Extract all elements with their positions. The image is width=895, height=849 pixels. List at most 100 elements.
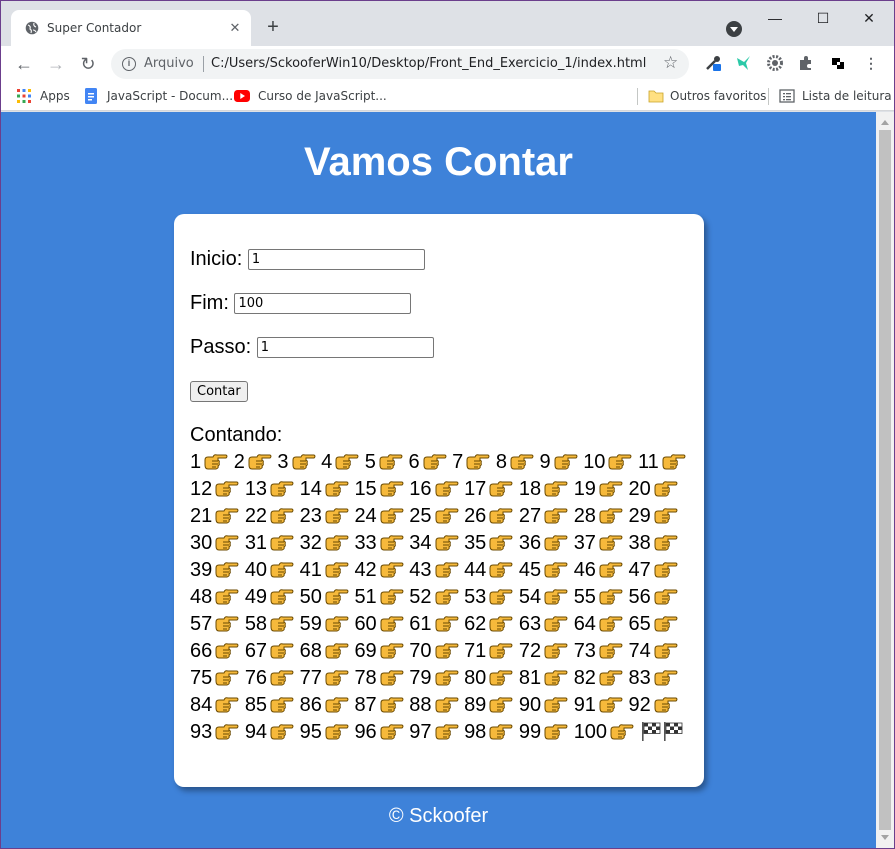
scroll-down-icon[interactable] <box>881 835 889 840</box>
pointing-hand-icon <box>654 589 678 605</box>
count-item: 78 <box>354 667 404 689</box>
pointing-hand-icon <box>435 508 458 524</box>
count-item: 70 <box>409 640 458 662</box>
count-number: 67 <box>244 640 268 662</box>
fim-label: Fim: <box>190 292 229 315</box>
vertical-scrollbar[interactable] <box>876 112 894 848</box>
forward-arrow-icon[interactable]: → <box>44 52 68 76</box>
scroll-up-icon[interactable] <box>881 120 889 125</box>
count-item: 80 <box>464 667 513 689</box>
reload-icon[interactable]: ↻ <box>76 52 100 76</box>
url-text[interactable]: C:/Users/SckooferWin10/Desktop/Front_End… <box>211 56 646 71</box>
scroll-thumb[interactable] <box>879 130 891 830</box>
apps-grid-icon[interactable] <box>16 88 32 104</box>
address-bar[interactable]: i Arquivo C:/Users/SckooferWin10/Desktop… <box>111 49 689 79</box>
pointing-hand-icon <box>325 535 349 551</box>
fim-input[interactable] <box>234 293 412 315</box>
pointing-hand-icon <box>489 670 513 686</box>
pointing-hand-icon <box>489 481 513 497</box>
count-number: 18 <box>518 478 542 500</box>
pointing-hand-icon <box>270 697 294 713</box>
pointing-hand-icon <box>435 643 458 659</box>
count-item: 84 <box>190 694 239 716</box>
pointing-hand-icon <box>423 454 447 470</box>
pointing-hand-icon <box>544 562 568 578</box>
count-number: 23 <box>299 505 322 527</box>
close-icon[interactable]: ✕ <box>227 20 243 36</box>
pointing-hand-icon <box>380 589 404 605</box>
pointing-hand-icon <box>544 535 568 551</box>
pointing-hand-icon <box>380 481 404 497</box>
pointing-hand-icon <box>654 643 678 659</box>
count-item: 23 <box>300 505 349 527</box>
count-number: 65 <box>628 613 651 635</box>
pointing-hand-icon <box>466 454 490 470</box>
pointing-hand-icon <box>435 535 458 551</box>
new-tab-button[interactable]: + <box>263 17 283 38</box>
puzzle-extensions-icon[interactable] <box>797 54 815 72</box>
count-number: 94 <box>244 721 268 743</box>
inicio-input[interactable] <box>247 249 425 271</box>
more-menu-icon[interactable]: ⋮ <box>862 54 880 72</box>
tab-title: Super Contador <box>47 21 142 35</box>
count-item: 3 <box>277 451 315 473</box>
count-item: 14 <box>300 478 349 500</box>
count-item: 83 <box>629 667 678 689</box>
eyedropper-extension-icon[interactable] <box>704 54 722 72</box>
count-item: 19 <box>574 478 623 500</box>
count-item: 6 <box>408 451 447 473</box>
count-number: 34 <box>409 532 432 554</box>
bookmark-reading-list[interactable]: Lista de leitura <box>802 89 892 103</box>
pointing-hand-icon <box>325 616 349 632</box>
count-number: 84 <box>190 694 213 716</box>
count-item: 39 <box>190 559 239 581</box>
pointing-hand-icon <box>599 589 623 605</box>
pointing-hand-icon <box>380 697 404 713</box>
pointing-hand-icon <box>292 454 315 470</box>
bookmarks-divider <box>637 88 638 105</box>
count-number: 99 <box>518 721 542 743</box>
count-number: 9 <box>539 451 551 473</box>
passo-input[interactable] <box>256 337 434 359</box>
black-squares-extension-icon[interactable] <box>829 54 847 72</box>
close-window-button[interactable]: ✕ <box>859 9 879 29</box>
count-number: 13 <box>244 478 268 500</box>
gear-extension-icon[interactable] <box>766 54 784 72</box>
bookmark-other-favorites[interactable]: Outros favoritos <box>670 89 766 103</box>
count-item: 30 <box>190 532 239 554</box>
count-item: 28 <box>574 505 623 527</box>
count-number: 86 <box>299 694 322 716</box>
count-item: 73 <box>574 640 623 662</box>
bookmark-apps[interactable]: Apps <box>40 89 70 103</box>
minimize-button[interactable]: — <box>765 9 785 29</box>
bookmark-js-doc[interactable]: JavaScript - Docum... <box>107 89 233 103</box>
count-item: 51 <box>354 586 404 608</box>
back-arrow-icon[interactable]: ← <box>12 52 36 76</box>
count-number: 89 <box>464 694 487 716</box>
count-number: 92 <box>628 694 651 716</box>
tab-search-icon[interactable] <box>726 21 742 37</box>
count-item: 15 <box>354 478 404 500</box>
tab-super-contador[interactable]: Super Contador ✕ <box>11 10 251 46</box>
count-number: 7 <box>452 451 464 473</box>
hummingbird-extension-icon[interactable] <box>735 54 753 72</box>
count-item: 79 <box>409 667 458 689</box>
count-number: 37 <box>573 532 596 554</box>
bookmark-js-course[interactable]: Curso de JavaScript... <box>258 89 387 103</box>
contar-button[interactable]: Contar <box>190 381 248 402</box>
footer-copyright: © Sckoofer <box>388 805 489 827</box>
pointing-hand-icon <box>325 481 349 497</box>
pointing-hand-icon <box>325 508 349 524</box>
pointing-hand-icon <box>215 616 239 632</box>
maximize-button[interactable]: ☐ <box>813 9 833 29</box>
count-number: 57 <box>190 613 213 635</box>
count-number: 24 <box>354 505 377 527</box>
count-number: 15 <box>354 478 377 500</box>
info-icon[interactable]: i <box>122 57 136 71</box>
count-item: 22 <box>245 505 294 527</box>
pointing-hand-icon <box>380 562 404 578</box>
count-item: 69 <box>354 640 404 662</box>
pointing-hand-icon <box>544 508 568 524</box>
star-icon[interactable]: ☆ <box>663 53 678 73</box>
count-item: 26 <box>464 505 513 527</box>
